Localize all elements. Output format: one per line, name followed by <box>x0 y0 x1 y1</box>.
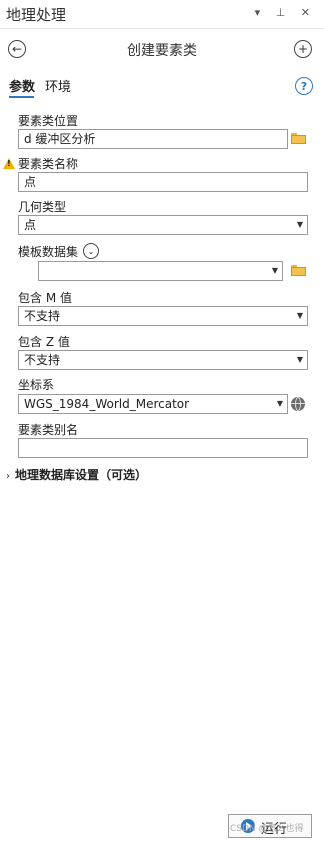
template-select[interactable]: ▼ <box>38 261 283 281</box>
crs-label: 坐标系 <box>18 378 55 392</box>
geometry-select[interactable]: 点 ▼ <box>18 215 308 235</box>
tab-environments[interactable]: 环境 <box>45 76 71 95</box>
pane-controls[interactable]: ▾ ⊥ ✕ <box>255 6 316 19</box>
section-label: 地理数据库设置（可选） <box>15 468 148 482</box>
geodatabase-settings-section[interactable]: › 地理数据库设置（可选） <box>6 466 147 483</box>
dropdown-arrow-icon: ▼ <box>271 266 278 275</box>
geometry-label: 几何类型 <box>18 200 67 214</box>
name-field[interactable]: 点 <box>18 172 308 192</box>
globe-icon[interactable] <box>291 397 305 411</box>
plus-icon[interactable]: + <box>294 40 312 58</box>
has-z-value: 不支持 <box>24 353 61 367</box>
tool-title: 创建要素类 <box>127 43 197 59</box>
pane-title-bar: 地理处理 ▾ ⊥ ✕ <box>0 0 324 29</box>
alias-field[interactable] <box>18 438 308 458</box>
crs-value: WGS_1984_World_Mercator <box>24 397 190 411</box>
location-field[interactable]: d 缓冲区分析 <box>18 129 288 149</box>
location-label: 要素类位置 <box>18 114 79 128</box>
dropdown-arrow-icon: ▼ <box>296 355 303 364</box>
watermark: CSDN @怎么也得 <box>230 824 304 834</box>
has-m-select[interactable]: 不支持 ▼ <box>18 306 308 326</box>
folder-icon[interactable] <box>291 265 306 276</box>
geometry-value: 点 <box>24 218 37 232</box>
template-label: 模板数据集 <box>18 245 79 259</box>
has-m-value: 不支持 <box>24 309 61 323</box>
name-label: 要素类名称 <box>18 157 79 171</box>
help-icon[interactable]: ? <box>295 77 313 95</box>
has-m-label: 包含 M 值 <box>18 291 72 305</box>
expand-chevron-icon[interactable]: ⌄ <box>83 243 99 259</box>
active-tab-indicator <box>9 96 34 98</box>
pane-title: 地理处理 <box>6 6 67 24</box>
dropdown-arrow-icon: ▼ <box>296 311 303 320</box>
crs-select[interactable]: WGS_1984_World_Mercator ▼ <box>18 394 288 414</box>
folder-icon[interactable] <box>291 133 306 144</box>
dropdown-arrow-icon: ▼ <box>296 220 303 229</box>
chevron-right-icon: › <box>6 471 10 482</box>
dropdown-arrow-icon: ▼ <box>276 399 283 408</box>
tab-parameters[interactable]: 参数 <box>9 76 35 95</box>
tool-header: ← 创建要素类 + <box>0 34 324 64</box>
has-z-label: 包含 Z 值 <box>18 335 70 349</box>
has-z-select[interactable]: 不支持 ▼ <box>18 350 308 370</box>
alias-label: 要素类别名 <box>18 423 79 437</box>
